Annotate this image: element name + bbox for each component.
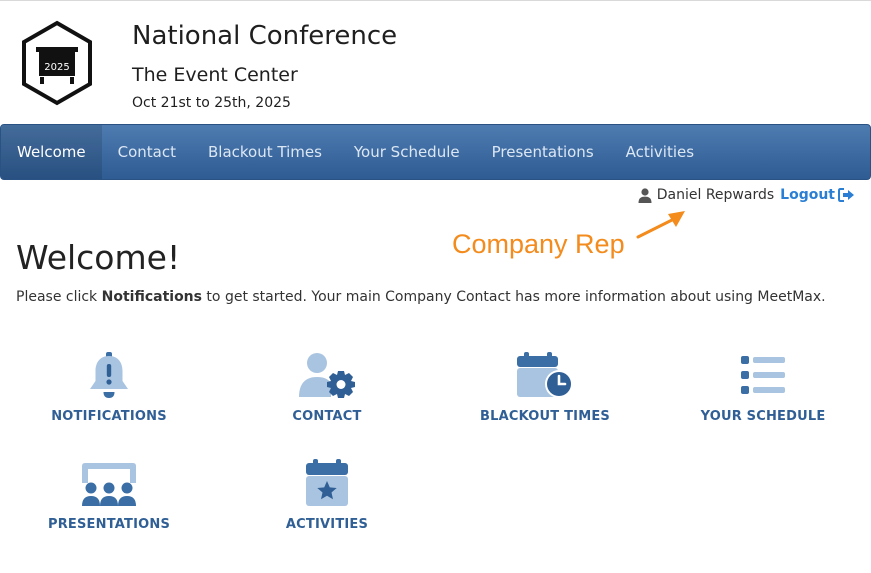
logout-link[interactable]: Logout (780, 187, 855, 203)
tile-contact-label: CONTACT (292, 409, 362, 424)
tile-notifications[interactable]: NOTIFICATIONS (19, 351, 199, 424)
notifications-emphasis: Notifications (101, 289, 202, 305)
main-navbar: Welcome Contact Blackout Times Your Sche… (0, 124, 871, 180)
sign-out-icon (838, 188, 854, 202)
tile-notifications-label: NOTIFICATIONS (51, 409, 167, 424)
page: 2025 National Conference The Event Cente… (0, 0, 871, 573)
tile-blackout-times-label: BLACKOUT TIMES (480, 409, 610, 424)
bell-icon (90, 352, 128, 398)
tile-presentations[interactable]: PRESENTATIONS (19, 459, 199, 532)
tile-presentations-label: PRESENTATIONS (47, 517, 171, 532)
intro-text: Please click Notifications to get starte… (16, 289, 826, 305)
nav-presentations[interactable]: Presentations (476, 125, 610, 179)
user-icon (638, 187, 652, 203)
tile-contact[interactable]: CONTACT (237, 351, 417, 424)
tile-your-schedule-label: YOUR SCHEDULE (700, 409, 826, 424)
company-rep-annotation: Company Rep (452, 229, 625, 259)
conference-title: National Conference (132, 21, 398, 51)
nav-activities[interactable]: Activities (610, 125, 710, 179)
venue-name: The Event Center (132, 64, 298, 86)
user-area: Daniel Repwards Logout (638, 187, 855, 203)
logout-label: Logout (780, 187, 835, 203)
nav-your-schedule[interactable]: Your Schedule (338, 125, 476, 179)
user-name: Daniel Repwards (656, 187, 775, 203)
tile-activities-label: ACTIVITIES (285, 517, 369, 532)
tile-your-schedule[interactable]: YOUR SCHEDULE (673, 351, 853, 424)
presentation-icon (82, 463, 136, 506)
conference-dates: Oct 21st to 25th, 2025 (132, 95, 291, 111)
page-title: Welcome! (16, 238, 181, 277)
calendar-clock-icon (517, 352, 573, 398)
nav-blackout-times[interactable]: Blackout Times (192, 125, 338, 179)
conference-logo-icon: 2025 (22, 20, 92, 106)
calendar-star-icon (306, 459, 348, 506)
nav-contact[interactable]: Contact (102, 125, 192, 179)
annotation-arrow-icon (636, 211, 685, 239)
nav-welcome[interactable]: Welcome (1, 125, 102, 179)
tile-blackout-times[interactable]: BLACKOUT TIMES (455, 351, 635, 424)
list-icon (741, 356, 785, 394)
logo-year: 2025 (44, 62, 69, 73)
user-gear-icon (299, 353, 355, 398)
tile-activities[interactable]: ACTIVITIES (237, 459, 417, 532)
